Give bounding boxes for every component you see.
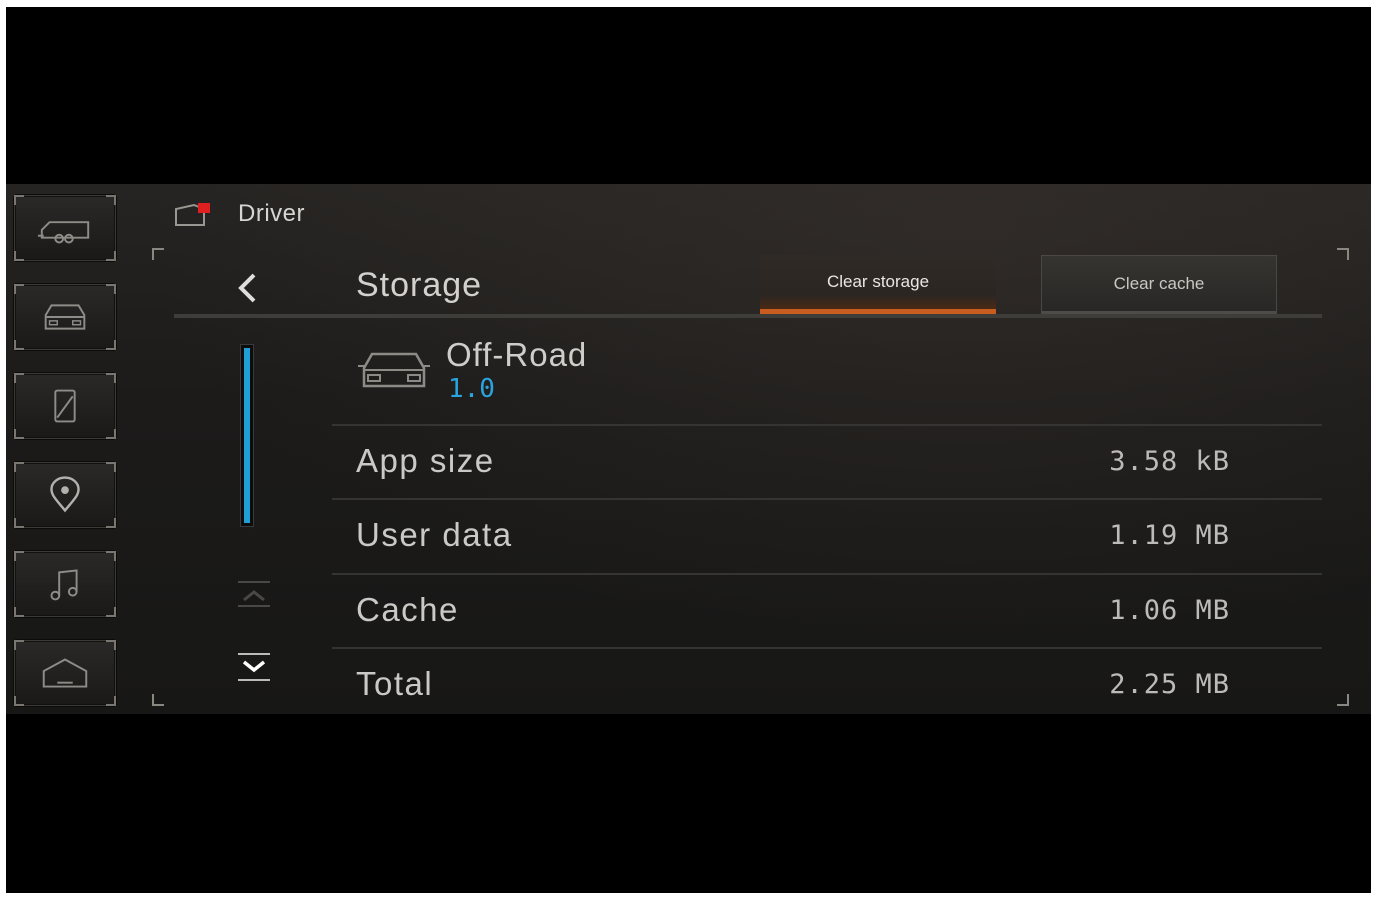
panel-corner [152,248,164,260]
app-version: 1.0 [448,374,495,404]
rail-button-phone[interactable] [14,373,116,439]
panel-corner [1337,248,1349,260]
clear-cache-button[interactable]: Clear cache [1041,255,1277,315]
location-pin-icon [50,476,80,513]
screen-frame: Driver Storage Clear storage Clear cache [6,7,1371,893]
scroll-down-button[interactable] [228,650,280,684]
list-item-app-size: App size 3.58 kB [332,424,1322,498]
row-value: 1.19 MB [1109,520,1230,551]
panel-corner [1337,694,1349,706]
scrollbar-thumb[interactable] [244,348,250,523]
rail-button-navigation[interactable] [14,462,116,528]
chevron-down-icon [238,653,270,681]
row-value: 2.25 MB [1109,669,1230,700]
trailer-icon [37,221,90,244]
row-label: User data [356,516,513,553]
rail-button-vehicle[interactable] [14,284,116,350]
divider [174,314,1322,318]
app-name: Off-Road [446,336,588,373]
list-item-user-data: User data 1.19 MB [332,498,1322,572]
header-title: Driver [238,200,305,227]
row-value: 1.06 MB [1109,595,1230,626]
home-icon [42,658,88,688]
back-button[interactable] [224,266,270,310]
row-label: Total [356,665,434,702]
vehicle-icon [44,304,86,330]
music-note-icon [50,569,78,601]
row-label: App size [356,442,495,479]
profile-alert-icon [175,203,210,226]
list-item-cache: Cache 1.06 MB [332,573,1322,647]
row-label: Cache [356,591,459,628]
phone-icon [54,389,76,423]
rail-button-home[interactable] [14,640,116,706]
page-title: Storage [356,266,483,304]
row-value: 3.58 kB [1109,446,1230,477]
scrollbar[interactable] [240,344,254,527]
rail-button-trailer[interactable] [14,195,116,261]
clear-storage-button[interactable]: Clear storage [760,255,996,315]
scroll-up-button[interactable] [228,577,280,611]
chevron-left-icon [238,273,256,303]
panel-corner [152,694,164,706]
chevron-up-icon [238,581,270,607]
rail-button-media[interactable] [14,551,116,617]
infotainment-ui: Driver Storage Clear storage Clear cache [6,184,1371,714]
vehicle-icon [358,352,430,388]
list-item-total: Total 2.25 MB [332,647,1322,714]
